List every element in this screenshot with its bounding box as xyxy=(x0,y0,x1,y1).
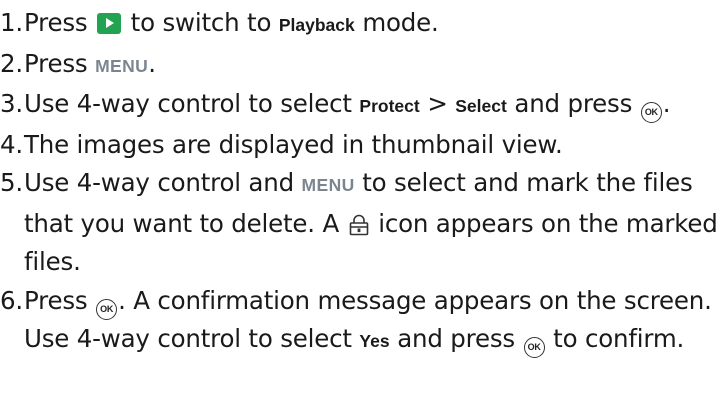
menu-keyword: MENU xyxy=(301,175,355,195)
step-text: to switch to xyxy=(130,8,272,37)
step-5: 5. Use 4-way control and MENU to select … xyxy=(0,164,727,282)
step-6: 6. Press OK. A confirmation message appe… xyxy=(0,282,727,361)
step-text: Press xyxy=(24,8,88,37)
step-text: . xyxy=(662,89,671,118)
step-number: 3. xyxy=(0,89,23,118)
step-number: 1. xyxy=(0,8,23,37)
select-keyword: Select xyxy=(455,96,507,116)
yes-keyword: Yes xyxy=(359,331,390,351)
step-text: to confirm. xyxy=(553,324,685,353)
menu-separator: > xyxy=(427,89,448,118)
playback-icon xyxy=(97,13,122,34)
step-text: Use 4-way control to select xyxy=(24,89,352,118)
step-number: 5. xyxy=(0,168,23,197)
ok-button-icon: OK xyxy=(640,102,662,123)
step-text: The images are displayed in thumbnail vi… xyxy=(24,129,563,159)
step-text: Press xyxy=(24,285,88,315)
ok-button-icon: OK xyxy=(523,337,545,358)
step-3: 3. Use 4-way control to select Protect >… xyxy=(0,85,727,126)
step-1: 1. Press to switch to Playback mode. xyxy=(0,4,727,45)
step-text: Press xyxy=(24,48,88,78)
protect-keyword: Protect xyxy=(359,96,420,116)
step-2: 2. Press MENU. xyxy=(0,45,727,86)
step-4: 4. The images are displayed in thumbnail… xyxy=(0,126,727,165)
step-text: and press xyxy=(397,324,515,353)
step-text: Use 4-way control and xyxy=(24,168,294,197)
step-text: . xyxy=(148,48,156,78)
protect-lock-icon xyxy=(349,214,368,235)
step-number: 6. xyxy=(0,285,23,315)
instruction-steps: 1. Press to switch to Playback mode. 2. … xyxy=(0,0,727,361)
step-text: mode. xyxy=(362,8,439,37)
ok-button-icon: OK xyxy=(96,298,118,320)
step-number: 4. xyxy=(0,129,23,159)
step-text: and press xyxy=(514,89,633,118)
menu-keyword: MENU xyxy=(95,55,149,76)
step-number: 2. xyxy=(0,48,23,78)
playback-keyword: Playback xyxy=(278,15,355,35)
